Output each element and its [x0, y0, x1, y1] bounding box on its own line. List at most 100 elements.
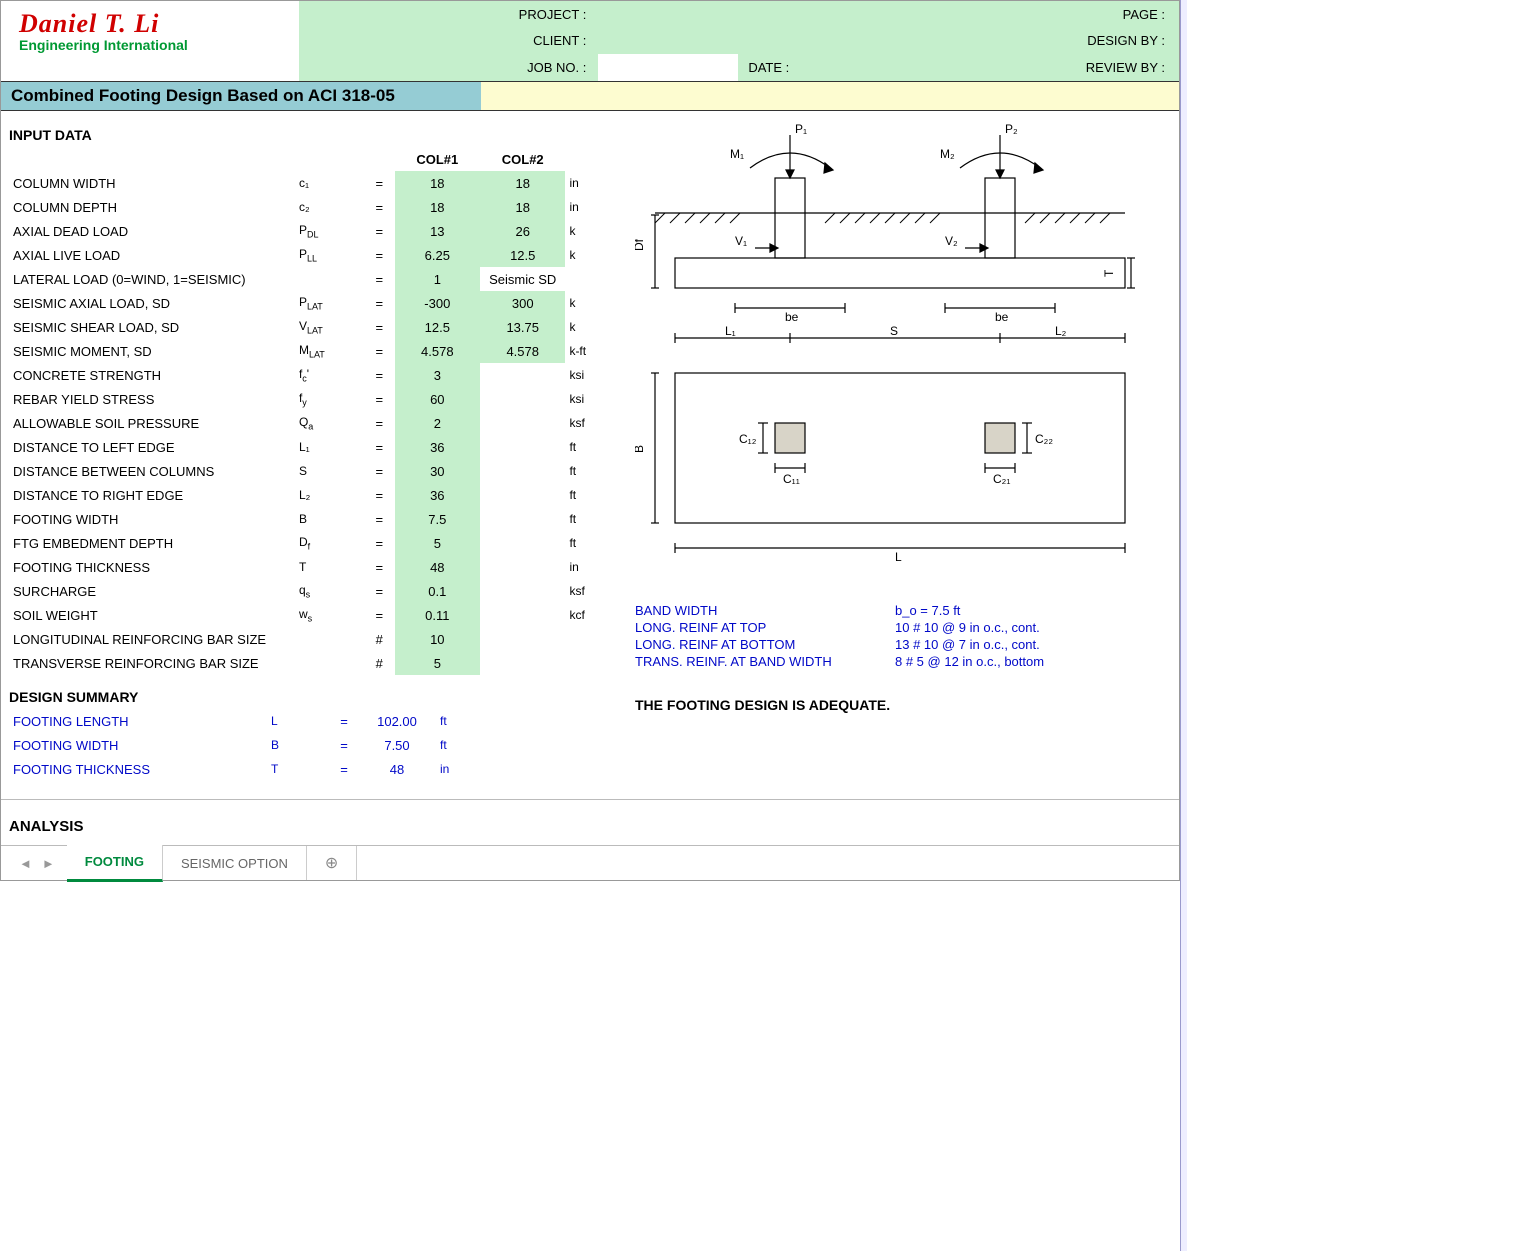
input-symbol: VLAT: [295, 315, 364, 339]
svg-text:S: S: [890, 324, 898, 338]
input-symbol: [295, 267, 364, 291]
input-cell-col1[interactable]: 10: [395, 627, 480, 651]
input-row: CONCRETE STRENGTHfc'=3ksi: [9, 363, 629, 387]
summary-label: FOOTING WIDTH: [9, 733, 267, 757]
input-cell-col2: Seismic SD: [480, 267, 565, 291]
input-label: FOOTING WIDTH: [9, 507, 295, 531]
input-label: SEISMIC AXIAL LOAD, SD: [9, 291, 295, 315]
input-unit: ksf: [565, 411, 629, 435]
result-key: LONG. REINF AT TOP: [635, 620, 895, 635]
svg-text:L₁: L₁: [725, 324, 736, 338]
input-cell-col1[interactable]: 3: [395, 363, 480, 387]
input-row: AXIAL DEAD LOADPDL=1326k: [9, 219, 629, 243]
svg-text:L: L: [895, 550, 902, 563]
input-cell-col2[interactable]: 4.578: [480, 339, 565, 363]
input-symbol: [295, 627, 364, 651]
result-row: TRANS. REINF. AT BAND WIDTH8 # 5 @ 12 in…: [635, 654, 1169, 669]
input-header-row: COL#1 COL#2: [9, 147, 629, 171]
input-cell-col1[interactable]: 60: [395, 387, 480, 411]
input-row: FOOTING THICKNESST=48in: [9, 555, 629, 579]
input-cell-col2[interactable]: 300: [480, 291, 565, 315]
input-row: COLUMN WIDTHc₁=1818in: [9, 171, 629, 195]
tab-seismic-option[interactable]: SEISMIC OPTION: [163, 846, 307, 880]
input-symbol: L₂: [295, 483, 364, 507]
svg-text:M₂: M₂: [940, 147, 955, 161]
input-cell-col1[interactable]: 5: [395, 531, 480, 555]
results-block: BAND WIDTHb_o = 7.5 ftLONG. REINF AT TOP…: [635, 603, 1169, 669]
summary-row: FOOTING WIDTHB=7.50ft: [9, 733, 629, 757]
page-title: Combined Footing Design Based on ACI 318…: [1, 82, 481, 110]
tab-next-icon[interactable]: ►: [38, 854, 59, 873]
input-cell-col1[interactable]: 0.1: [395, 579, 480, 603]
input-cell-col1[interactable]: -300: [395, 291, 480, 315]
input-row: REBAR YIELD STRESSfy=60ksi: [9, 387, 629, 411]
summary-unit: ft: [436, 733, 494, 757]
header: Daniel T. Li Engineering International P…: [1, 1, 1179, 81]
input-cell-col1[interactable]: 6.25: [395, 243, 480, 267]
jobno-input-cell[interactable]: [598, 54, 738, 81]
summary-unit: in: [436, 757, 494, 781]
input-label: TRANSVERSE REINFORCING BAR SIZE: [9, 651, 295, 675]
input-unit: k: [565, 219, 629, 243]
input-cell-col1[interactable]: 5: [395, 651, 480, 675]
sheet-tabbar: ◄ ► FOOTING SEISMIC OPTION ⊕: [1, 845, 1179, 880]
input-cell-col1[interactable]: 2: [395, 411, 480, 435]
input-row: DISTANCE BETWEEN COLUMNSS=30ft: [9, 459, 629, 483]
eq: =: [364, 435, 395, 459]
input-label: DISTANCE BETWEEN COLUMNS: [9, 459, 295, 483]
input-table: COL#1 COL#2 COLUMN WIDTHc₁=1818inCOLUMN …: [9, 147, 629, 675]
project-label: PROJECT :: [299, 1, 592, 28]
input-symbol: c₂: [295, 195, 364, 219]
result-row: LONG. REINF AT BOTTOM13 # 10 @ 7 in o.c.…: [635, 637, 1169, 652]
input-cell-col1[interactable]: 18: [395, 171, 480, 195]
input-unit: k-ft: [565, 339, 629, 363]
input-cell-col1[interactable]: 30: [395, 459, 480, 483]
input-cell-col1[interactable]: 7.5: [395, 507, 480, 531]
input-symbol: L₁: [295, 435, 364, 459]
col1-header: COL#1: [395, 147, 480, 171]
eq: =: [364, 387, 395, 411]
eq: =: [364, 171, 395, 195]
input-unit: k: [565, 291, 629, 315]
tab-nav: ◄ ►: [7, 854, 67, 873]
eq: #: [364, 651, 395, 675]
input-unit: ft: [565, 507, 629, 531]
input-row: SURCHARGEqs=0.1ksf: [9, 579, 629, 603]
eq: =: [364, 555, 395, 579]
input-cell-col1[interactable]: 4.578: [395, 339, 480, 363]
svg-text:be: be: [995, 310, 1009, 324]
input-unit: k: [565, 243, 629, 267]
input-cell-col2[interactable]: 18: [480, 195, 565, 219]
input-unit: [565, 651, 629, 675]
input-cell-col1[interactable]: 48: [395, 555, 480, 579]
summary-table: FOOTING LENGTHL=102.00ftFOOTING WIDTHB=7…: [9, 709, 629, 781]
tab-footing[interactable]: FOOTING: [67, 845, 163, 882]
input-cell-col2[interactable]: 13.75: [480, 315, 565, 339]
input-cell-col1[interactable]: 1: [395, 267, 480, 291]
input-cell-col1[interactable]: 0.11: [395, 603, 480, 627]
input-label: LATERAL LOAD (0=WIND, 1=SEISMIC): [9, 267, 295, 291]
input-cell-col1[interactable]: 36: [395, 483, 480, 507]
summary-value: 7.50: [358, 733, 436, 757]
input-cell-col1[interactable]: 13: [395, 219, 480, 243]
input-cell-col1[interactable]: 18: [395, 195, 480, 219]
tab-prev-icon[interactable]: ◄: [15, 854, 36, 873]
eq: =: [364, 339, 395, 363]
input-symbol: PLL: [295, 243, 364, 267]
input-cell-col1[interactable]: 36: [395, 435, 480, 459]
svg-text:Df: Df: [635, 238, 646, 251]
input-cell-col2[interactable]: 18: [480, 171, 565, 195]
input-row: LONGITUDINAL REINFORCING BAR SIZE#10: [9, 627, 629, 651]
input-unit: ft: [565, 483, 629, 507]
brand-block: Daniel T. Li Engineering International: [1, 1, 299, 81]
input-label: REBAR YIELD STRESS: [9, 387, 295, 411]
input-heading: INPUT DATA: [9, 127, 629, 143]
left-column: INPUT DATA COL#1 COL#2 COLUMN WIDTHc₁=18…: [9, 123, 629, 781]
input-cell-col2[interactable]: 26: [480, 219, 565, 243]
tab-add[interactable]: ⊕: [307, 846, 357, 880]
input-cell-col1[interactable]: 12.5: [395, 315, 480, 339]
result-key: BAND WIDTH: [635, 603, 895, 618]
input-cell-col2[interactable]: 12.5: [480, 243, 565, 267]
input-symbol: ws: [295, 603, 364, 627]
summary-row: FOOTING LENGTHL=102.00ft: [9, 709, 629, 733]
